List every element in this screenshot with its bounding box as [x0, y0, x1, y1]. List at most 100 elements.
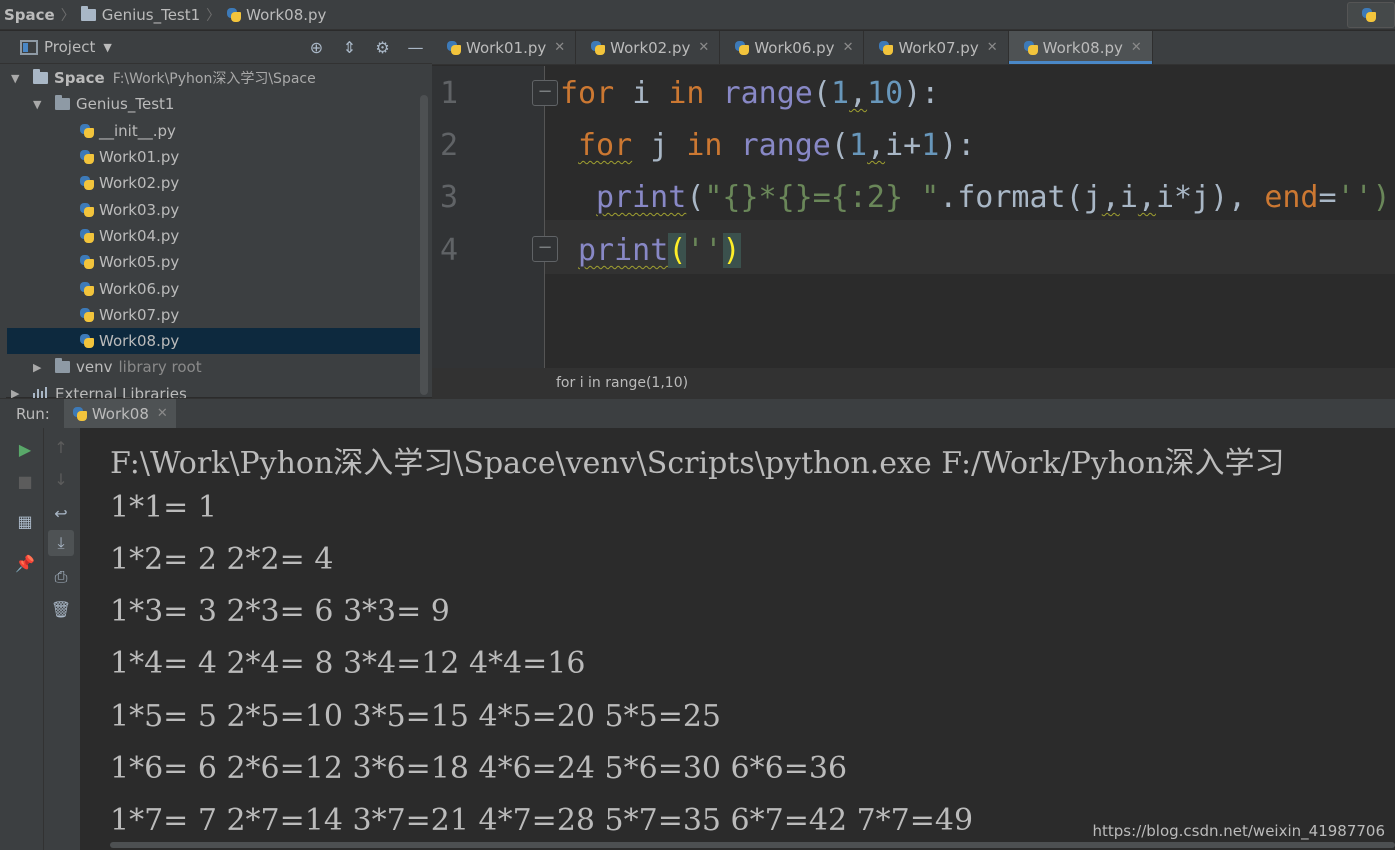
pin-icon[interactable]: 📌 — [12, 550, 38, 576]
tree-item-file[interactable]: Work03.py — [7, 196, 425, 222]
token: j — [632, 128, 687, 163]
code-editor[interactable]: 1 2 3 4 − − for i in range(1,10): for j … — [432, 66, 1395, 368]
tree-item-file[interactable]: Work07.py — [7, 302, 425, 328]
print-icon[interactable]: ⎙ — [48, 564, 74, 590]
trash-icon[interactable]: 🗑 — [48, 596, 74, 622]
editor-breadcrumb-label: for i in range(1,10) — [556, 375, 689, 391]
stop-icon[interactable]: ■ — [12, 468, 38, 494]
collapse-all-icon[interactable]: ⇕ — [333, 38, 366, 57]
folder-icon — [33, 69, 48, 85]
token: end — [1264, 180, 1319, 215]
folder-icon — [55, 358, 70, 374]
tab-label: Work06.py — [754, 38, 835, 57]
token: 1 — [830, 76, 849, 111]
close-icon[interactable]: ✕ — [987, 40, 998, 55]
token: i*j), — [1155, 180, 1247, 215]
tree-item-venv[interactable]: ▶ venv library root — [7, 354, 425, 381]
tree-item-label: __init__.py — [99, 121, 176, 140]
tree-item-file[interactable]: __init__.py — [7, 118, 425, 144]
line-number: 3 — [440, 180, 459, 215]
breadcrumb-genius-test1[interactable]: Genius_Test1 — [80, 5, 200, 24]
soft-wrap-icon[interactable]: ↩ — [48, 500, 74, 526]
token: in — [686, 128, 723, 163]
tree-item-file[interactable]: Work01.py — [7, 144, 425, 170]
fold-collapse-icon[interactable]: − — [532, 80, 558, 106]
chevron-right-icon: 〉 — [206, 7, 221, 24]
console-horizontal-scrollbar[interactable] — [110, 842, 1395, 848]
code-line-3: print("{}*{}={:2} ".format(j,i,i*j), end… — [596, 180, 1391, 215]
close-icon[interactable]: ✕ — [843, 40, 854, 55]
tree-item-label: Genius_Test1 — [76, 95, 175, 114]
token: ) — [722, 233, 741, 268]
run-configuration-button[interactable] — [1347, 2, 1395, 28]
editor-tabs: Work01.py ✕ Work02.py ✕ Work06.py ✕ Work… — [432, 31, 1395, 65]
tree-item-file[interactable]: Work02.py — [7, 170, 425, 196]
fold-end-icon[interactable]: − — [532, 236, 558, 262]
editor-breadcrumb[interactable]: for i in range(1,10) — [432, 368, 1395, 398]
tree-item-file-selected[interactable]: Work08.py — [7, 327, 425, 355]
tree-item-path: F:\Work\Pyhon深入学习\Space — [112, 71, 316, 88]
close-icon[interactable]: ✕ — [1131, 40, 1142, 55]
gutter-divider — [544, 66, 545, 368]
code-line-1: for i in range(1,10): — [560, 76, 939, 111]
console-line: F:\Work\Pyhon深入学习\Space\venv\Scripts\pyt… — [110, 446, 1285, 481]
line-number: 4 — [440, 233, 459, 268]
run-icon[interactable]: ▶ — [12, 436, 38, 462]
breadcrumb-space[interactable]: Space — [4, 6, 55, 24]
chevron-right-icon[interactable]: ▶ — [33, 361, 45, 374]
code-line-2: for j in range(1,i+1): — [578, 128, 975, 163]
tree-item-label: Space — [54, 69, 105, 88]
tab-work01[interactable]: Work01.py ✕ — [432, 31, 577, 64]
tab-work06[interactable]: Work06.py ✕ — [720, 31, 865, 64]
arrow-down-icon[interactable]: ↓ — [48, 466, 74, 492]
scroll-to-end-icon[interactable]: ⤓ — [48, 530, 74, 556]
close-icon[interactable]: ✕ — [554, 40, 565, 55]
tab-work02[interactable]: Work02.py ✕ — [576, 31, 721, 64]
layout-icon[interactable]: ▦ — [12, 508, 38, 534]
python-file-icon — [734, 40, 750, 56]
tree-item-space[interactable]: ▼ Space F:\Work\Pyhon深入学习\Space — [7, 65, 425, 91]
gear-icon[interactable]: ⚙ — [366, 38, 399, 57]
run-tab-work08[interactable]: Work08 ✕ — [63, 398, 176, 429]
run-label: Run: — [16, 404, 50, 423]
tab-work08-active[interactable]: Work08.py ✕ — [1008, 31, 1153, 64]
package-folder-icon — [55, 95, 70, 111]
token: range — [740, 128, 831, 163]
close-icon[interactable]: ✕ — [157, 406, 168, 421]
token: ): — [939, 128, 976, 163]
token: ( — [812, 76, 831, 111]
chevron-down-icon[interactable]: ▼ — [33, 98, 45, 111]
tree-item-file[interactable]: Work04.py — [7, 223, 425, 249]
tree-item-file[interactable]: Work05.py — [7, 249, 425, 275]
tree-scrollbar[interactable] — [420, 95, 428, 395]
chevron-down-icon[interactable]: ▼ — [11, 72, 23, 85]
token: print — [596, 180, 687, 215]
breadcrumb-label: Space — [4, 5, 55, 24]
close-icon[interactable]: ✕ — [698, 40, 709, 55]
token: , — [849, 76, 868, 111]
token: ( — [686, 180, 705, 215]
chevron-right-icon: 〉 — [60, 7, 75, 24]
tree-item-note: library root — [118, 358, 202, 377]
project-panel-header[interactable]: Project ▼ ⊕ ⇕ ⚙ — — [0, 31, 432, 64]
minimize-icon[interactable]: — — [399, 38, 432, 57]
tree-item-label: Work05.py — [99, 253, 180, 272]
token: ( — [830, 128, 849, 163]
arrow-up-icon[interactable]: ↑ — [48, 434, 74, 460]
tree-item-genius-test1[interactable]: ▼ Genius_Test1 — [7, 91, 425, 117]
token: , — [1137, 180, 1156, 215]
tree-item-label: Work07.py — [99, 305, 180, 324]
python-file-icon — [79, 123, 95, 139]
python-file-icon — [79, 333, 95, 349]
locate-icon[interactable]: ⊕ — [300, 38, 333, 57]
console-line: 1*5= 5 2*5=10 3*5=15 4*5=20 5*5=25 — [110, 699, 722, 734]
run-console[interactable]: F:\Work\Pyhon深入学习\Space\venv\Scripts\pyt… — [80, 428, 1395, 850]
tree-item-file[interactable]: Work06.py — [7, 275, 425, 301]
breadcrumb-work08[interactable]: Work08.py — [226, 6, 326, 24]
chevron-down-icon[interactable]: ▼ — [103, 41, 111, 54]
python-file-icon — [79, 281, 95, 297]
tree-item-label: Work06.py — [99, 279, 180, 298]
console-line: 1*2= 2 2*2= 4 — [110, 542, 334, 577]
tab-work07[interactable]: Work07.py ✕ — [864, 31, 1009, 64]
